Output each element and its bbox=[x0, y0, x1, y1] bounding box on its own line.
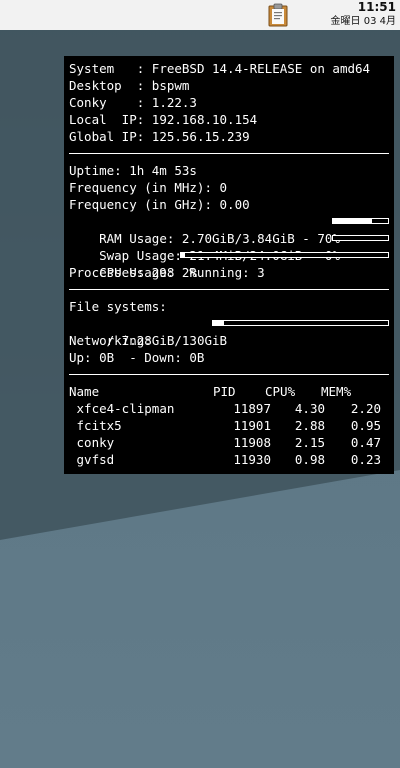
cpu-usage-row: CPU Usage: 2% bbox=[69, 247, 389, 280]
local-ip-row: Local IP: 192.168.10.154 bbox=[69, 112, 258, 127]
process-mem: 0.95 bbox=[350, 418, 381, 433]
col-name-header: Name bbox=[69, 384, 100, 399]
process-mem: 0.47 bbox=[350, 435, 381, 450]
cpu-usage-bar-fill bbox=[181, 253, 186, 257]
global-ip-label: Global IP bbox=[69, 129, 137, 144]
conky-version-row: Conky : 1.22.3 bbox=[69, 95, 197, 110]
system-value: FreeBSD 14.4-RELEASE on amd64 bbox=[151, 61, 371, 76]
divider bbox=[69, 374, 389, 375]
process-pid: 11901 bbox=[233, 418, 271, 433]
process-name: xfce4-clipman bbox=[76, 401, 175, 416]
desktop-label: Desktop bbox=[69, 78, 137, 93]
desktop-value: bspwm bbox=[151, 78, 190, 93]
clock-date: 金曜日 03 4月 bbox=[330, 16, 396, 27]
process-name: conky bbox=[76, 435, 115, 450]
local-ip-label: Local IP bbox=[69, 112, 137, 127]
process-name: gvfsd bbox=[76, 452, 115, 467]
global-ip-row: Global IP: 125.56.15.239 bbox=[69, 129, 250, 144]
col-cpu-header: CPU% bbox=[265, 384, 296, 399]
col-mem-header: MEM% bbox=[321, 384, 352, 399]
system-label: System bbox=[69, 61, 137, 76]
frequency-mhz-row: Frequency (in MHz): 0 bbox=[69, 180, 228, 195]
swap-usage-bar bbox=[332, 235, 389, 241]
process-cpu: 2.88 bbox=[294, 418, 325, 433]
fs-root-bar bbox=[212, 320, 389, 326]
process-pid: 11897 bbox=[233, 401, 271, 416]
fs-root-bar-fill bbox=[213, 321, 224, 325]
fs-root-row: / 7.28GiB/130GiB bbox=[69, 315, 389, 348]
divider bbox=[69, 289, 389, 290]
processes-row: Processes: 298 Running: 3 bbox=[69, 265, 265, 280]
ram-usage-bar bbox=[332, 218, 389, 224]
divider bbox=[69, 153, 389, 154]
process-cpu: 4.30 bbox=[294, 401, 325, 416]
swap-usage-row: Swap Usage: 21.4MiB/24.0GiB - 0% bbox=[69, 230, 389, 263]
ram-usage-row: RAM Usage: 2.70GiB/3.84GiB - 70% bbox=[69, 213, 389, 246]
local-ip-value: 192.168.10.154 bbox=[151, 112, 258, 127]
col-pid-header: PID bbox=[213, 384, 236, 399]
networking-title: Networking: bbox=[69, 333, 152, 348]
uptime-row: Uptime: 1h 4m 53s bbox=[69, 163, 197, 178]
conky-panel: System : FreeBSD 14.4-RELEASE on amd64 D… bbox=[64, 56, 394, 474]
conky-label: Conky bbox=[69, 95, 137, 110]
process-pid: 11908 bbox=[233, 435, 271, 450]
system-row: System : FreeBSD 14.4-RELEASE on amd64 bbox=[69, 61, 371, 76]
process-cpu: 2.15 bbox=[294, 435, 325, 450]
clock-time: 11:51 bbox=[357, 0, 396, 14]
clipboard-icon[interactable] bbox=[266, 3, 290, 27]
process-cpu: 0.98 bbox=[294, 452, 325, 467]
process-row: xfce4-clipman 11897 4.30 2.20 bbox=[69, 400, 389, 417]
process-mem: 2.20 bbox=[350, 401, 381, 416]
global-ip-value: 125.56.15.239 bbox=[151, 129, 250, 144]
process-row: conky 11908 2.15 0.47 bbox=[69, 434, 389, 451]
frequency-ghz-row: Frequency (in GHz): 0.00 bbox=[69, 197, 250, 212]
conky-value: 1.22.3 bbox=[151, 95, 197, 110]
file-systems-title: File systems: bbox=[69, 299, 167, 314]
network-row: Up: 0B - Down: 0B bbox=[69, 350, 205, 365]
process-pid: 11930 bbox=[233, 452, 271, 467]
ram-usage-bar-fill bbox=[333, 219, 372, 223]
desktop-row: Desktop : bspwm bbox=[69, 78, 190, 93]
process-row: fcitx5 11901 2.88 0.95 bbox=[69, 417, 389, 434]
process-table-header: Name PID CPU% MEM% bbox=[69, 383, 389, 400]
clock[interactable]: 11:51 金曜日 03 4月 bbox=[331, 0, 396, 28]
process-row: gvfsd 11930 0.98 0.23 bbox=[69, 451, 389, 468]
cpu-usage-bar bbox=[180, 252, 389, 258]
process-mem: 0.23 bbox=[350, 452, 381, 467]
process-name: fcitx5 bbox=[76, 418, 122, 433]
top-panel: 11:51 金曜日 03 4月 bbox=[0, 0, 400, 30]
